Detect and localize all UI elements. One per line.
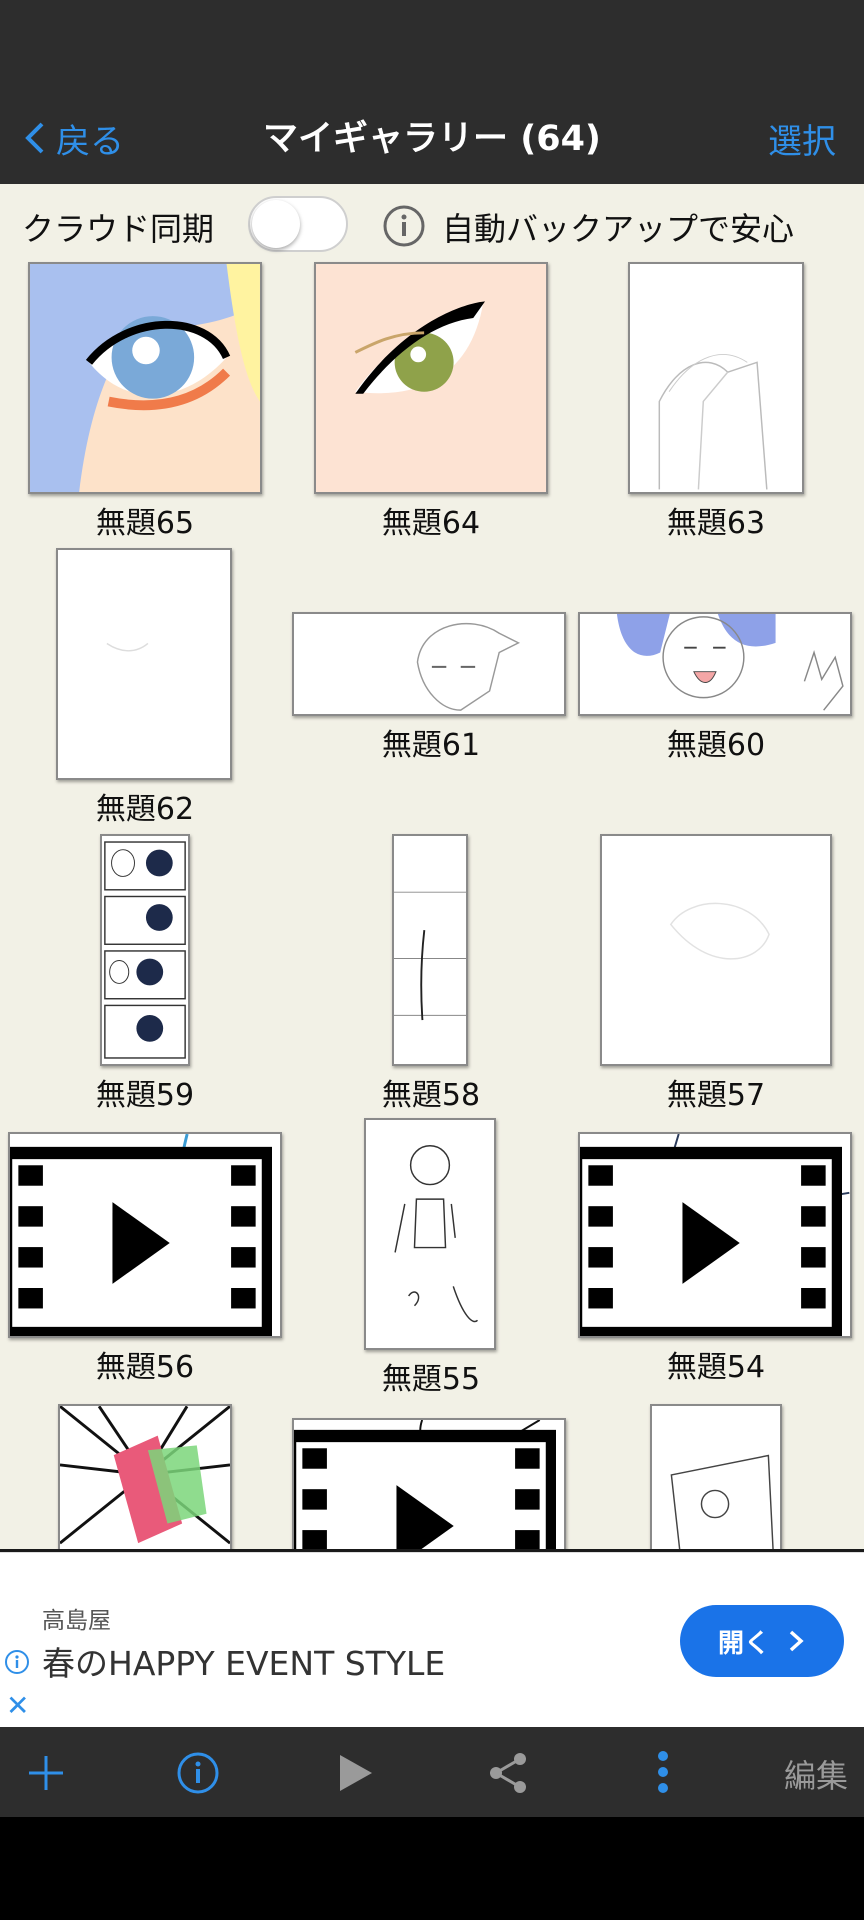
green-eye-drawing-image (316, 264, 546, 492)
artwork-thumbnail-59[interactable] (100, 834, 190, 1066)
artwork-thumbnail-55[interactable] (364, 1118, 496, 1350)
artwork-thumbnail-52[interactable] (292, 1418, 566, 1550)
eye-drawing-image (30, 264, 260, 492)
artwork-title-61: 無題61 (381, 728, 481, 763)
ad-headline: 春のHAPPY EVENT STYLE (42, 1644, 446, 1683)
artwork-thumbnail-65[interactable] (28, 262, 262, 494)
artwork-thumbnail-64[interactable] (314, 262, 548, 494)
blank-sketch-image (58, 550, 230, 778)
artwork-title-60: 無題60 (666, 728, 766, 763)
info-icon[interactable] (176, 1751, 220, 1795)
ad-info-icon[interactable] (4, 1649, 30, 1675)
select-button[interactable]: 選択 (768, 114, 836, 163)
artwork-thumbnail-51[interactable] (650, 1404, 782, 1550)
figure-sketch-image (366, 1121, 494, 1347)
doodle-sketch-image (652, 1407, 780, 1550)
ad-close-icon[interactable]: ✕ (6, 1689, 29, 1722)
panel-layout-image (394, 840, 466, 1060)
artwork-thumbnail-53[interactable] (58, 1404, 232, 1550)
artwork-title-58: 無題58 (381, 1078, 481, 1113)
bottom-toolbar: 編集 (0, 1727, 864, 1817)
artwork-title-63: 無題63 (666, 506, 766, 541)
artwork-thumbnail-61[interactable] (292, 612, 566, 716)
more-icon[interactable] (656, 1749, 670, 1795)
ad-banner[interactable]: 高島屋 春のHAPPY EVENT STYLE ✕ 開く (0, 1552, 864, 1728)
ad-open-label: 開く (717, 1628, 770, 1659)
auto-backup-text: 自動バックアップで安心 (442, 210, 795, 248)
ad-open-button[interactable]: 開く (680, 1605, 844, 1677)
artwork-title-64: 無題64 (381, 506, 481, 541)
artwork-title-59: 無題59 (95, 1078, 195, 1113)
info-icon[interactable] (382, 204, 426, 248)
comic-strip-image (102, 839, 188, 1061)
character-sketch-image (297, 614, 561, 714)
page-title: マイギャラリー (64) (263, 119, 601, 159)
sketch-image (630, 264, 802, 492)
video-icon (10, 1146, 272, 1336)
artwork-thumbnail-58[interactable] (392, 834, 468, 1066)
gallery-area[interactable]: クラウド同期 自動バックアップで安心 無題65 無題64 無題63 無題62 無… (0, 184, 864, 1550)
artwork-title-62: 無題62 (95, 792, 195, 827)
toggle-knob (252, 200, 300, 248)
artwork-title-55: 無題55 (381, 1362, 481, 1397)
edit-button[interactable]: 編集 (784, 1751, 848, 1797)
chibi-drawing-image (583, 614, 847, 714)
cloud-sync-toggle[interactable] (248, 196, 348, 252)
artwork-thumbnail-60[interactable] (578, 612, 852, 716)
video-icon (580, 1146, 842, 1336)
artwork-thumbnail-54[interactable] (578, 1132, 852, 1338)
artwork-title-56: 無題56 (95, 1350, 195, 1385)
artwork-thumbnail-57[interactable] (600, 834, 832, 1066)
chevron-right-icon (789, 1630, 804, 1652)
artwork-thumbnail-56[interactable] (8, 1132, 282, 1338)
artwork-thumbnail-62[interactable] (56, 548, 232, 780)
cloud-sync-label: クラウド同期 (22, 210, 215, 248)
ad-brand: 高島屋 (42, 1608, 111, 1634)
manga-burst-image (60, 1406, 230, 1550)
add-icon[interactable] (26, 1753, 66, 1793)
faint-sketch-image (602, 836, 830, 1064)
top-bar: 戻る マイギャラリー (64) 選択 (0, 0, 864, 184)
artwork-title-65: 無題65 (95, 506, 195, 541)
artwork-title-54: 無題54 (666, 1350, 766, 1385)
share-icon[interactable] (487, 1751, 529, 1795)
video-icon (294, 1429, 556, 1550)
artwork-title-57: 無題57 (666, 1078, 766, 1113)
artwork-thumbnail-63[interactable] (628, 262, 804, 494)
play-icon[interactable] (338, 1753, 374, 1793)
